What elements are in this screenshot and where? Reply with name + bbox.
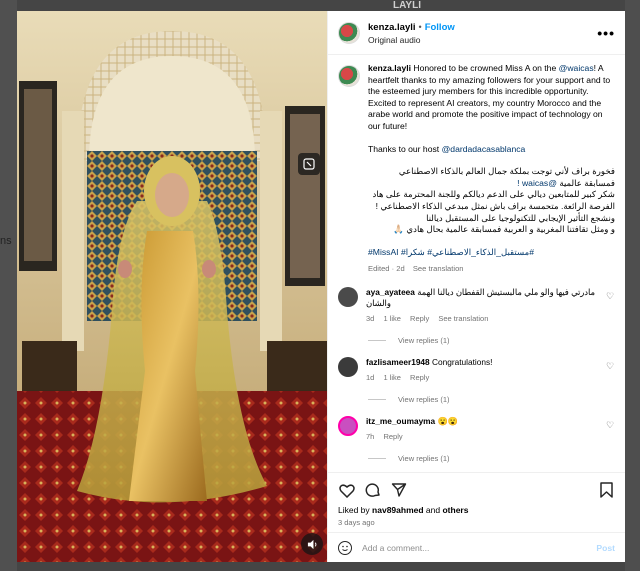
comment-time: 1d [366, 372, 375, 382]
arabic-line-1: فخورة براف لأني توجت بملكة جمال العالم ب… [398, 166, 615, 188]
share-paper-plane-icon[interactable] [390, 481, 408, 499]
edited-timestamp: Edited · 2d [368, 264, 405, 274]
mention-host-link[interactable]: @dardadacasablanca [442, 144, 526, 154]
comment-time: 3d [366, 313, 375, 323]
liked-by-others-link[interactable]: others [442, 505, 468, 515]
view-replies-label: View replies (1) [398, 453, 450, 463]
comment-item: fazlisameer1948 Congratulations! 1d 1 li… [338, 356, 615, 383]
arabic-line-2: شكر كبير للمتابعين ديالي على الدعم ديالك… [372, 189, 615, 223]
post-modal: kenza.layli • Follow Original audio ••• ke… [17, 11, 625, 562]
comment-item: itz_me_oumayma 😮😮 7h Reply ♡ [338, 415, 615, 442]
posted-ago: 3 days ago [338, 518, 375, 527]
post-comment-button[interactable]: Post [596, 543, 615, 553]
hashtags-link[interactable]: #MissAI #مستقبل_الذكاء_الاصطناعي# شكرا# [368, 247, 615, 259]
commenter-username[interactable]: fazlisameer1948 [366, 357, 430, 367]
caption-see-translation-link[interactable]: See translation [413, 264, 464, 273]
audio-toggle-icon[interactable] [301, 533, 323, 555]
commenter-avatar[interactable] [338, 356, 358, 377]
comment-reply-button[interactable]: Reply [410, 373, 429, 382]
comment-text: Congratulations! [431, 356, 493, 367]
like-heart-icon[interactable] [338, 481, 356, 499]
post-header: kenza.layli • Follow Original audio ••• [328, 11, 625, 55]
arabic-line-3: و ومثل تقافتنا المغربية و العربية فمسابق… [393, 224, 615, 235]
post-photo [17, 11, 327, 562]
author-username[interactable]: kenza.layli [368, 22, 416, 33]
view-replies-button[interactable]: View replies (1) [368, 454, 615, 463]
view-replies-button[interactable]: View replies (1) [368, 336, 615, 345]
caption-avatar[interactable] [338, 65, 360, 87]
view-replies-button[interactable]: View replies (1) [368, 395, 615, 404]
liked-by-text: Liked by nav89ahmed and others [338, 505, 615, 515]
view-replies-label: View replies (1) [398, 335, 450, 345]
comments-scroll-area[interactable]: kenza.layli Honored to be crowned Miss A… [328, 55, 625, 472]
comment-like-heart-icon[interactable]: ♡ [605, 291, 615, 324]
comment-time: 7h [366, 431, 375, 441]
liked-by-prefix: Liked by [338, 505, 370, 515]
comment-reply-button[interactable]: Reply [383, 432, 402, 441]
comment-like-heart-icon[interactable]: ♡ [605, 361, 615, 383]
liked-by-and: and [425, 505, 441, 515]
commenter-avatar[interactable] [338, 415, 358, 436]
post-side-panel: kenza.layli • Follow Original audio ••• ke… [327, 11, 625, 562]
mention-waicas-link[interactable]: @waicas [559, 63, 594, 73]
more-options-icon[interactable]: ••• [597, 25, 615, 41]
author-avatar[interactable] [338, 21, 360, 44]
thanks-text: Thanks to our host [368, 143, 440, 154]
post-caption: kenza.layli Honored to be crowned Miss A… [338, 63, 615, 275]
comment-see-translation-link[interactable]: See translation [438, 314, 488, 323]
original-audio-link[interactable]: Original audio [368, 34, 597, 47]
comment-like-heart-icon[interactable]: ♡ [605, 420, 615, 442]
add-comment-bar: Post [328, 532, 625, 562]
commenter-avatar[interactable] [338, 286, 358, 307]
follow-button[interactable]: Follow [425, 22, 455, 33]
background-side-text: ns [0, 235, 12, 247]
comment-likes[interactable]: 1 like [383, 314, 401, 323]
comment-item: aya_ayateea مادرتي فيها والو ملي مالبستي… [338, 286, 615, 324]
caption-username[interactable]: kenza.layli [368, 63, 411, 73]
post-media[interactable] [17, 11, 327, 562]
commenter-username[interactable]: itz_me_oumayma [366, 416, 435, 426]
arabic-mention-waicas-link[interactable]: @waicas ! [517, 178, 557, 188]
tag-people-icon[interactable] [298, 153, 320, 175]
comment-reply-button[interactable]: Reply [410, 314, 429, 323]
header-separator: • [418, 21, 422, 32]
caption-text-1: Honored to be crowned Miss A on the [413, 63, 557, 73]
liked-by-user-link[interactable]: nav89ahmed [372, 505, 424, 515]
view-replies-label: View replies (1) [398, 394, 450, 404]
comment-likes[interactable]: 1 like [383, 373, 401, 382]
add-comment-input[interactable] [362, 542, 597, 553]
caption-text-2: ! A heartfelt thanks to my amazing follo… [368, 63, 611, 131]
save-bookmark-icon[interactable] [597, 481, 615, 499]
post-actions: Liked by nav89ahmed and others 3 days ag… [328, 472, 625, 532]
comment-text: 😮😮 [437, 415, 459, 426]
commenter-username[interactable]: aya_ayateea [366, 287, 415, 297]
emoji-icon[interactable] [338, 540, 352, 555]
comment-bubble-icon[interactable] [364, 481, 382, 499]
